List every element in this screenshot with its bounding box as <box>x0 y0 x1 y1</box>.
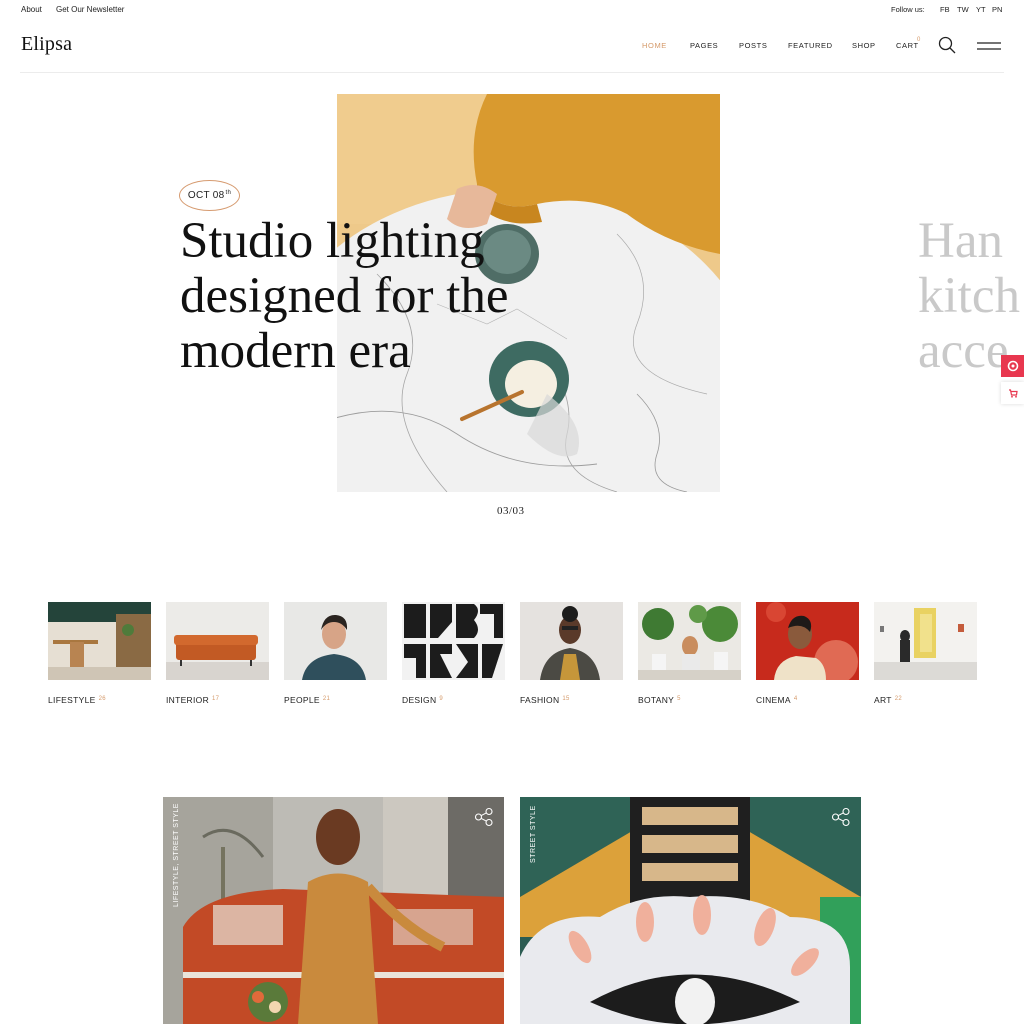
category-thumb <box>48 602 151 680</box>
category-thumb <box>402 602 505 680</box>
cart-icon <box>1008 389 1018 398</box>
category-interior[interactable]: INTERIOR 17 <box>166 602 269 705</box>
nav-shop[interactable]: SHOP <box>852 41 876 50</box>
cart-count-badge: 0 <box>917 37 921 43</box>
slider-pager: 03/03 <box>497 505 525 517</box>
category-label: LIFESTYLE <box>48 695 96 705</box>
nav-pages[interactable]: PAGES <box>690 41 718 50</box>
category-count: 5 <box>677 696 681 702</box>
date-badge: OCT 08th <box>179 180 240 211</box>
social-link-tw[interactable]: TW <box>957 5 969 14</box>
category-botany[interactable]: BOTANY 5 <box>638 602 741 705</box>
social-link-yt[interactable]: YT <box>976 5 986 14</box>
category-thumb <box>284 602 387 680</box>
category-label: FASHION <box>520 695 560 705</box>
category-fashion[interactable]: FASHION 15 <box>520 602 623 705</box>
post-card[interactable]: STREET STYLE <box>520 797 861 1024</box>
category-label: INTERIOR <box>166 695 210 705</box>
category-design[interactable]: DESIGN 9 <box>402 602 505 705</box>
nav-home[interactable]: HOME <box>642 41 667 50</box>
category-label: DESIGN <box>402 695 437 705</box>
post-image <box>163 797 504 1024</box>
category-thumb <box>756 602 859 684</box>
side-widget-primary[interactable] <box>1001 355 1024 377</box>
category-lifestyle[interactable]: LIFESTYLE 26 <box>48 602 151 705</box>
circle-icon <box>1007 360 1018 372</box>
nav-cart[interactable]: CART <box>896 41 919 50</box>
category-count: 17 <box>212 696 220 702</box>
category-label: PEOPLE <box>284 695 320 705</box>
hero-title[interactable]: Studio lighting designed for the modern … <box>180 214 610 379</box>
post-tags[interactable]: STREET STYLE <box>530 805 537 863</box>
category-cinema[interactable]: CINEMA 4 <box>756 602 859 705</box>
category-count: 9 <box>439 696 444 702</box>
nav-featured[interactable]: FEATURED <box>788 41 833 50</box>
share-icon[interactable] <box>474 807 494 827</box>
post-card[interactable]: LIFESTYLE, STREET STYLE <box>163 797 504 1024</box>
category-label: BOTANY <box>638 695 675 705</box>
share-icon[interactable] <box>831 807 851 827</box>
category-thumb <box>638 602 741 680</box>
hero-title-line: Studio lighting <box>180 213 485 269</box>
category-thumb <box>874 602 977 680</box>
category-thumb <box>520 602 623 680</box>
site-logo[interactable]: Elipsa <box>21 33 72 56</box>
date-suffix: th <box>225 189 232 196</box>
category-count: 22 <box>894 696 903 702</box>
category-count: 21 <box>322 696 331 702</box>
category-count: 26 <box>98 696 106 702</box>
top-bar: About Get Our Newsletter Follow us: FB T… <box>0 0 1024 20</box>
newsletter-link[interactable]: Get Our Newsletter <box>56 5 124 14</box>
nav-posts[interactable]: POSTS <box>739 41 767 50</box>
menu-icon[interactable] <box>976 40 1002 52</box>
post-image <box>520 797 861 1024</box>
header-divider <box>20 72 1004 73</box>
about-link[interactable]: About <box>21 5 42 14</box>
hero-title-line: designed for the <box>180 268 509 324</box>
next-title-line: Han <box>918 213 1003 269</box>
post-tags[interactable]: LIFESTYLE, STREET STYLE <box>173 803 180 907</box>
category-art[interactable]: ART 22 <box>874 602 977 705</box>
category-count: 15 <box>562 696 570 702</box>
social-link-fb[interactable]: FB <box>940 5 950 14</box>
social-link-pn[interactable]: PN <box>992 5 1002 14</box>
next-title-line: kitch <box>918 268 1020 324</box>
category-label: ART <box>874 695 892 705</box>
category-count: 4 <box>793 696 798 702</box>
search-icon[interactable] <box>938 36 956 54</box>
follow-label: Follow us: <box>891 5 925 14</box>
hero-title-line: modern era <box>180 323 411 379</box>
category-thumb <box>166 602 269 680</box>
category-label: CINEMA <box>756 695 791 705</box>
side-widget-cart[interactable] <box>1001 382 1024 404</box>
category-people[interactable]: PEOPLE 21 <box>284 602 387 705</box>
date-day: OCT 08 <box>187 190 225 201</box>
